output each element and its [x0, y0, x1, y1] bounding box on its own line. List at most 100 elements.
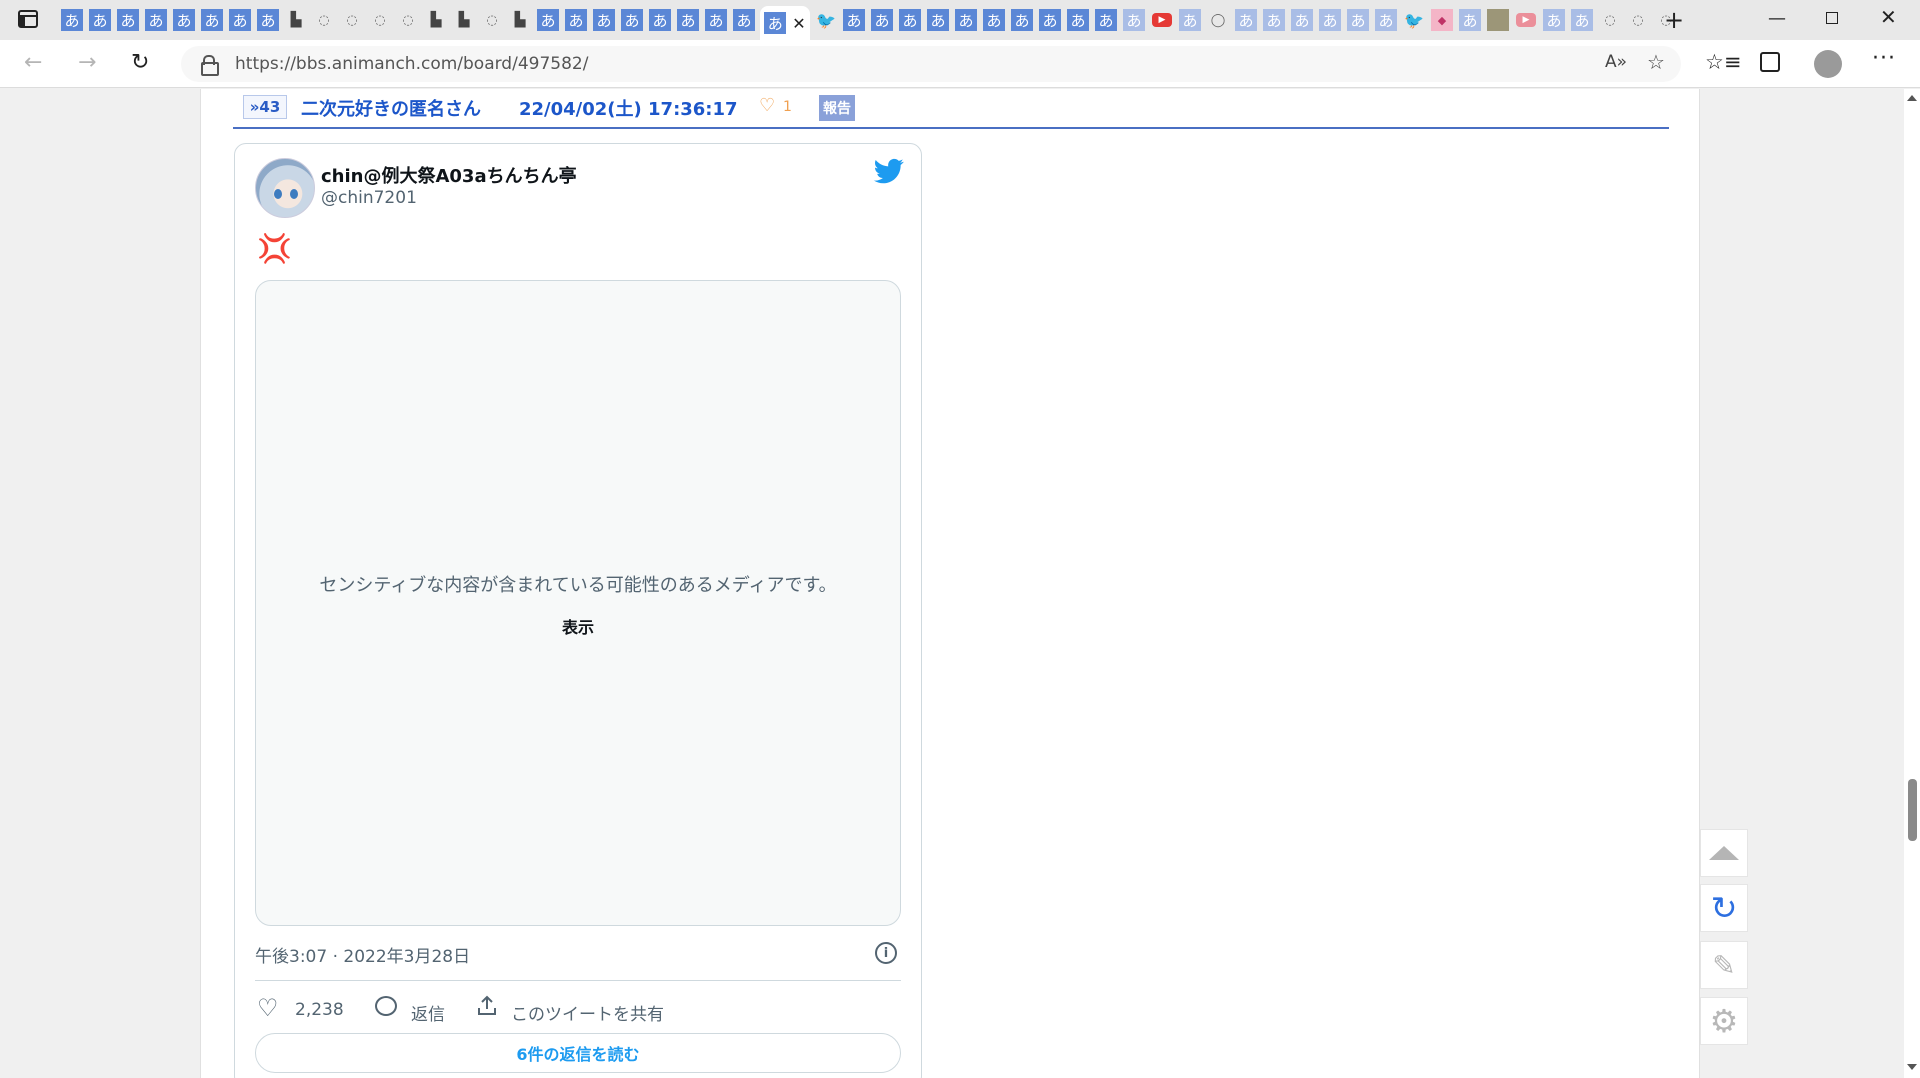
tab-active[interactable]: あ ✕ [760, 6, 810, 40]
tab[interactable]: あ [1010, 6, 1034, 34]
scrollbar[interactable] [1904, 89, 1920, 1078]
like-count-text[interactable]: 2,238 [295, 1000, 344, 1020]
add-favorite-icon[interactable]: ☆ [1647, 50, 1665, 74]
tweet-handle[interactable]: @chin7201 [321, 188, 417, 208]
twitter-bird-icon[interactable] [873, 156, 905, 186]
tab[interactable]: ◌ [368, 6, 392, 34]
tab[interactable]: ◌ [340, 6, 364, 34]
scroll-up-icon[interactable] [1907, 95, 1917, 101]
scrollbar-thumb[interactable] [1908, 779, 1917, 841]
tab[interactable]: あ [172, 6, 196, 34]
tab[interactable]: あ [60, 6, 84, 34]
tab[interactable]: あ [982, 6, 1006, 34]
new-tab-button[interactable]: + [1664, 6, 1684, 34]
sensitive-media-placeholder[interactable]: センシティブな内容が含まれている可能性のあるメディアです。 表示 [255, 280, 901, 926]
tab[interactable]: あ [732, 6, 756, 34]
scroll-down-icon[interactable] [1907, 1064, 1917, 1070]
tab[interactable]: あ [676, 6, 700, 34]
tab[interactable]: あ [1570, 6, 1594, 34]
read-aloud-icon[interactable]: A» [1605, 52, 1627, 72]
tab[interactable]: あ [1262, 6, 1286, 34]
close-window-button[interactable]: ✕ [1880, 5, 1897, 29]
tab[interactable]: あ [1038, 6, 1062, 34]
tab[interactable]: あ [1066, 6, 1090, 34]
tab[interactable]: ▶ [1514, 6, 1538, 34]
tab[interactable]: ◌ [480, 6, 504, 34]
url-text[interactable]: https://bbs.animanch.com/board/497582/ [235, 54, 588, 74]
tab[interactable]: あ [1374, 6, 1398, 34]
tab[interactable]: あ [1290, 6, 1314, 34]
reply-number-link[interactable]: »43 [243, 95, 287, 119]
tab[interactable]: ◌ [312, 6, 336, 34]
collections-icon[interactable] [1760, 52, 1780, 72]
tab[interactable]: ◯ [1206, 6, 1230, 34]
tab[interactable]: あ [842, 6, 866, 34]
tweet-timestamp[interactable]: 午後3:07 · 2022年3月28日 [255, 942, 470, 967]
tab[interactable]: ▙ [508, 6, 532, 34]
tweet-display-name[interactable]: chin@例大祭A03aちんちん亭 [321, 162, 577, 188]
tab[interactable]: ◆ [1430, 6, 1454, 34]
favorites-icon[interactable]: ☆≡ [1705, 50, 1741, 74]
tab[interactable]: あ [1234, 6, 1258, 34]
tab[interactable]: あ [592, 6, 616, 34]
tab[interactable]: あ [926, 6, 950, 34]
tab[interactable]: ◌ [1598, 6, 1622, 34]
heart-icon[interactable]: ♡ [759, 95, 775, 116]
tab[interactable]: あ [704, 6, 728, 34]
info-icon[interactable]: i [875, 942, 897, 964]
lock-icon[interactable] [201, 55, 219, 76]
tab[interactable]: あ [620, 6, 644, 34]
reply-label[interactable]: 返信 [411, 1000, 445, 1025]
tab[interactable]: あ [954, 6, 978, 34]
back-button[interactable]: ← [24, 50, 42, 75]
tab[interactable]: ▶ [1150, 6, 1174, 34]
minimize-button[interactable]: — [1768, 8, 1786, 29]
tab[interactable] [1486, 6, 1510, 34]
address-bar[interactable]: https://bbs.animanch.com/board/497582/ A… [181, 46, 1681, 82]
tab[interactable]: あ [116, 6, 140, 34]
settings-button[interactable]: ⚙ [1700, 997, 1748, 1045]
tab[interactable]: あ [200, 6, 224, 34]
tab[interactable]: あ [536, 6, 560, 34]
tab[interactable]: あ [228, 6, 252, 34]
tab[interactable]: あ [256, 6, 280, 34]
tab[interactable]: あ [1458, 6, 1482, 34]
profile-avatar[interactable] [1814, 50, 1842, 78]
reload-button[interactable]: ↻ [131, 50, 149, 75]
edit-button[interactable]: ✎ [1700, 941, 1748, 989]
tab[interactable]: ▙ [284, 6, 308, 34]
refresh-button[interactable]: ↻ [1700, 884, 1748, 932]
tab[interactable]: あ [1178, 6, 1202, 34]
forward-button[interactable]: → [78, 50, 96, 75]
sidebar-toggle-icon[interactable] [18, 10, 38, 28]
tab[interactable]: 🐦 [814, 6, 838, 34]
share-icon[interactable] [475, 994, 499, 1018]
tab[interactable]: あ [870, 6, 894, 34]
reply-bubble-icon[interactable] [375, 996, 397, 1016]
tab[interactable]: ▙ [452, 6, 476, 34]
close-tab-icon[interactable]: ✕ [792, 14, 805, 33]
show-media-button[interactable]: 表示 [256, 614, 900, 638]
tab[interactable]: あ [88, 6, 112, 34]
tab[interactable]: あ [898, 6, 922, 34]
maximize-button[interactable] [1826, 12, 1838, 24]
share-label[interactable]: このツイートを共有 [511, 1000, 664, 1025]
tab[interactable]: あ [1318, 6, 1342, 34]
menu-icon[interactable]: ··· [1872, 46, 1896, 71]
like-heart-icon[interactable]: ♡ [257, 994, 279, 1022]
tab[interactable]: あ [144, 6, 168, 34]
read-replies-button[interactable]: 6件の返信を読む [255, 1033, 901, 1073]
tab[interactable]: あ [1122, 6, 1146, 34]
tab[interactable]: ▙ [424, 6, 448, 34]
tab[interactable]: あ [648, 6, 672, 34]
tab[interactable]: あ [1542, 6, 1566, 34]
tab[interactable]: 🐦 [1402, 6, 1426, 34]
tab[interactable]: あ [1346, 6, 1370, 34]
scroll-top-button[interactable] [1700, 829, 1748, 877]
tab[interactable]: ◌ [1626, 6, 1650, 34]
report-button[interactable]: 報告 [819, 95, 855, 121]
avatar[interactable] [255, 158, 315, 218]
tab[interactable]: あ [1094, 6, 1118, 34]
tab[interactable]: あ [564, 6, 588, 34]
tab[interactable]: ◌ [396, 6, 420, 34]
